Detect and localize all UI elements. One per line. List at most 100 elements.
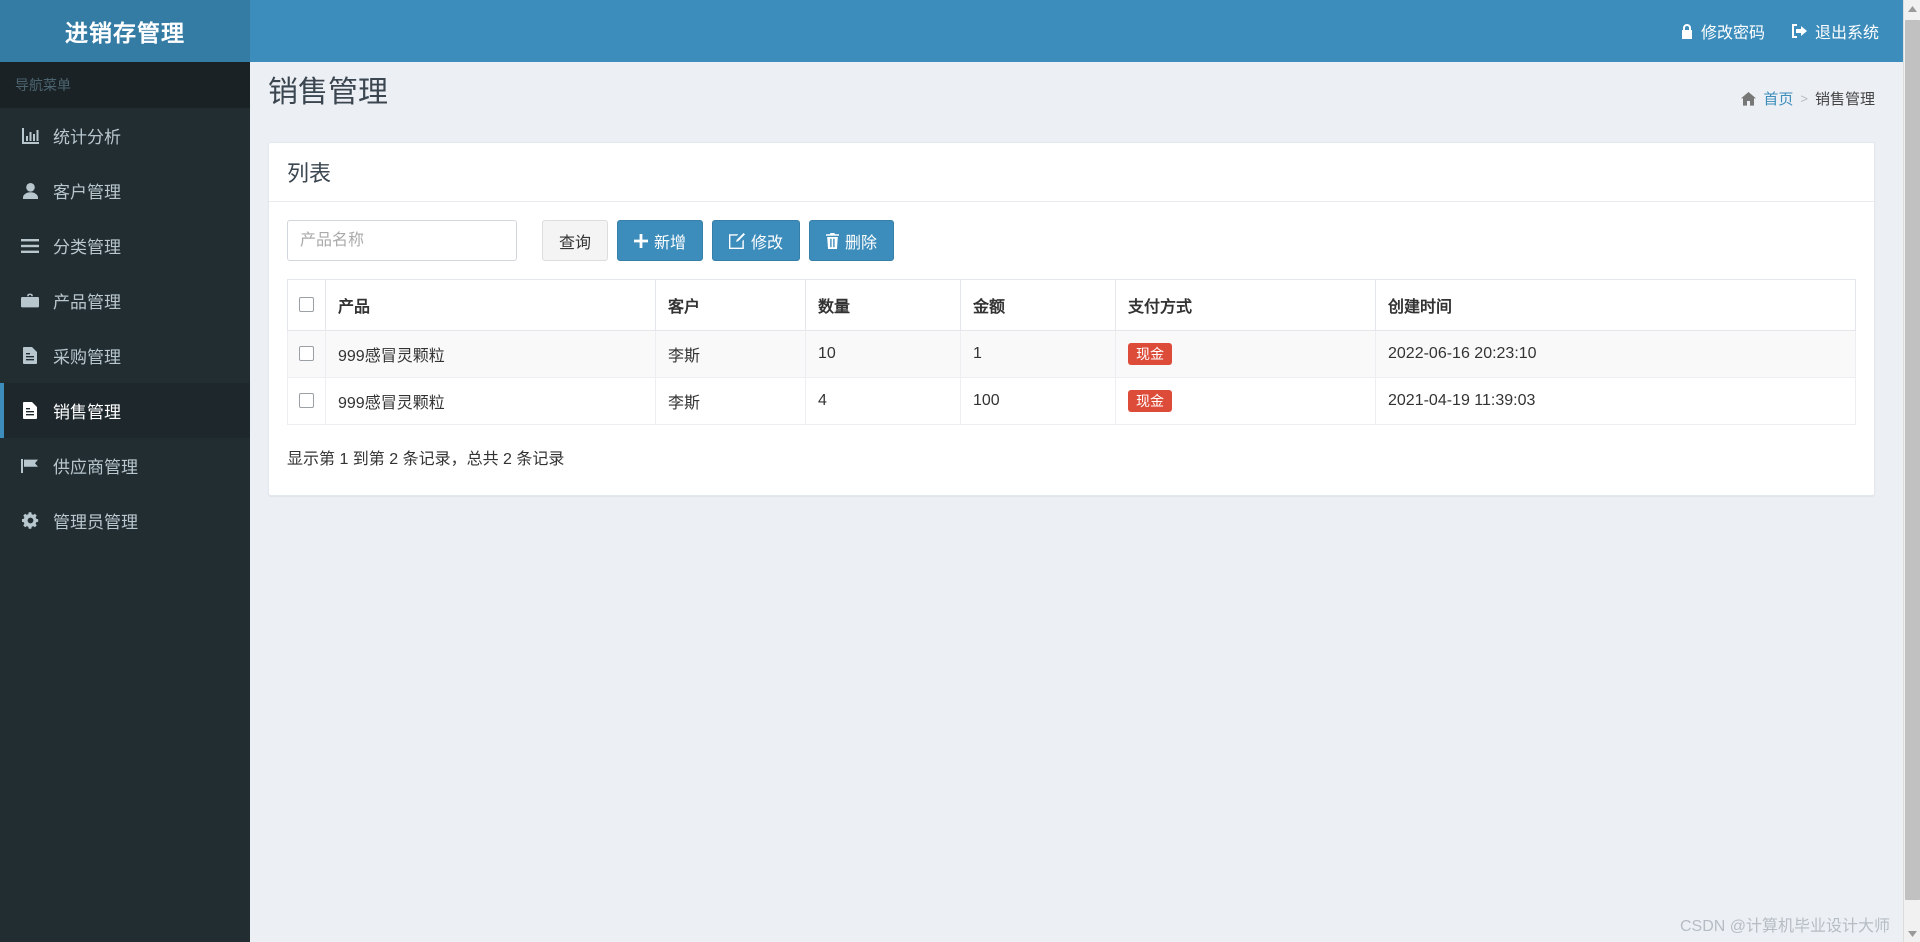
row-checkbox[interactable] <box>299 393 314 409</box>
sidebar-item-customers[interactable]: 客户管理 <box>0 163 250 218</box>
sidebar-item-label: 分类管理 <box>53 238 121 257</box>
table-record-summary: 显示第 1 到第 2 条记录，总共 2 条记录 <box>287 451 565 468</box>
logout-link[interactable]: 退出系统 <box>1791 19 1879 43</box>
column-header-payment[interactable]: 支付方式 <box>1115 279 1376 331</box>
column-header-amount[interactable]: 金额 <box>960 279 1116 331</box>
breadcrumb-home-link[interactable]: 首页 <box>1763 88 1793 109</box>
sidebar-item-label: 销售管理 <box>53 403 121 422</box>
sidebar-item-statistics[interactable]: 统计分析 <box>0 108 250 163</box>
table-row[interactable]: 999感冒灵颗粒 李斯 10 1 现金 2022-06-16 20:23:10 <box>287 330 1856 378</box>
sidebar-item-label: 供应商管理 <box>53 458 138 477</box>
cell-payment: 现金 <box>1115 330 1376 378</box>
add-button[interactable]: 新增 <box>617 220 704 261</box>
cell-product: 999感冒灵颗粒 <box>325 377 656 425</box>
breadcrumb-separator: > <box>1800 91 1808 106</box>
sidebar-item-label: 客户管理 <box>53 183 121 202</box>
add-button-label: 新增 <box>654 234 687 252</box>
edit-button-label: 修改 <box>751 234 784 252</box>
flag-icon <box>19 458 41 474</box>
bar-chart-icon <box>19 127 41 144</box>
sidebar: 导航菜单 统计分析 客户管理 分类管理 产品管理 采购管理 销售管理 供应商管理… <box>0 62 250 942</box>
scrollbar-thumb[interactable] <box>1905 20 1920 900</box>
content-area: 销售管理 首页 > 销售管理 列表 查询 <box>250 62 1903 942</box>
status-badge: 现金 <box>1128 342 1172 366</box>
scroll-down-arrow-icon[interactable] <box>1904 925 1920 942</box>
select-all-checkbox[interactable] <box>299 297 314 313</box>
list-panel: 列表 查询 新增 修改 <box>268 142 1875 496</box>
column-header-quantity[interactable]: 数量 <box>805 279 961 331</box>
query-button[interactable]: 查询 <box>542 220 609 261</box>
app-logo[interactable]: 进销存管理 <box>0 0 250 62</box>
cell-product: 999感冒灵颗粒 <box>325 330 656 378</box>
edit-button[interactable]: 修改 <box>712 220 801 261</box>
sidebar-item-sales[interactable]: 销售管理 <box>0 383 250 438</box>
cell-amount: 1 <box>960 330 1116 378</box>
watermark: CSDN @计算机毕业设计大师 <box>1679 918 1890 935</box>
gear-icon <box>19 512 41 529</box>
cell-created-at: 2021-04-19 11:39:03 <box>1375 377 1856 425</box>
logout-label: 退出系统 <box>1814 25 1879 42</box>
cell-customer: 李斯 <box>655 330 806 378</box>
sidebar-item-label: 产品管理 <box>53 293 121 312</box>
row-checkbox[interactable] <box>299 346 314 362</box>
file-text-icon <box>19 402 41 419</box>
column-header-customer[interactable]: 客户 <box>655 279 806 331</box>
status-badge: 现金 <box>1128 389 1172 413</box>
home-icon <box>1741 91 1757 106</box>
topbar-actions: 修改密码 退出系统 <box>1680 0 1903 62</box>
breadcrumb-current: 销售管理 <box>1814 91 1875 108</box>
page-scrollbar[interactable] <box>1903 0 1920 942</box>
bars-icon <box>19 238 41 253</box>
trash-icon <box>826 232 840 249</box>
table-head: 产品 客户 数量 金额 支付方式 创建时间 <box>287 279 1856 331</box>
sidebar-item-suppliers[interactable]: 供应商管理 <box>0 438 250 493</box>
edit-icon <box>729 232 746 249</box>
table-header-row: 产品 客户 数量 金额 支付方式 创建时间 <box>287 279 1856 331</box>
sales-table: 产品 客户 数量 金额 支付方式 创建时间 999感冒灵颗粒 李斯 10 1 现… <box>287 279 1856 425</box>
delete-button[interactable]: 删除 <box>809 220 895 261</box>
column-header-product[interactable]: 产品 <box>325 279 656 331</box>
select-all-header <box>287 279 326 331</box>
cell-amount: 100 <box>960 377 1116 425</box>
panel-body: 查询 新增 修改 <box>269 202 1874 495</box>
cell-quantity: 4 <box>805 377 961 425</box>
cell-customer: 李斯 <box>655 377 806 425</box>
sidebar-section-header: 导航菜单 <box>0 62 250 108</box>
column-header-created[interactable]: 创建时间 <box>1375 279 1856 331</box>
change-password-label: 修改密码 <box>1700 25 1765 42</box>
delete-button-label: 删除 <box>845 234 878 252</box>
sidebar-item-categories[interactable]: 分类管理 <box>0 218 250 273</box>
sidebar-item-label: 采购管理 <box>53 348 121 367</box>
briefcase-icon <box>19 293 41 308</box>
sidebar-section-header-label: 导航菜单 <box>15 77 71 93</box>
toolbar: 查询 新增 修改 <box>287 220 1856 261</box>
sidebar-item-admins[interactable]: 管理员管理 <box>0 493 250 548</box>
cell-quantity: 10 <box>805 330 961 378</box>
panel-heading-label: 列表 <box>287 161 332 186</box>
cell-created-at: 2022-06-16 20:23:10 <box>1375 330 1856 378</box>
file-text-icon <box>19 347 41 364</box>
table-body: 999感冒灵颗粒 李斯 10 1 现金 2022-06-16 20:23:10 <box>287 330 1856 425</box>
row-select-cell <box>287 377 326 425</box>
lock-icon <box>1680 23 1694 39</box>
user-icon <box>19 182 41 199</box>
sidebar-item-purchasing[interactable]: 采购管理 <box>0 328 250 383</box>
app-logo-label: 进销存管理 <box>65 20 185 46</box>
top-navbar: 进销存管理 修改密码 退出系统 <box>0 0 1903 62</box>
change-password-link[interactable]: 修改密码 <box>1680 19 1765 43</box>
plus-icon <box>634 233 649 248</box>
panel-heading: 列表 <box>269 143 1874 202</box>
row-select-cell <box>287 330 326 378</box>
cell-payment: 现金 <box>1115 377 1376 425</box>
query-button-label: 查询 <box>559 234 592 252</box>
scroll-up-arrow-icon[interactable] <box>1904 0 1920 17</box>
sidebar-item-label: 统计分析 <box>53 128 121 147</box>
sidebar-item-label: 管理员管理 <box>53 513 138 532</box>
content-header: 销售管理 首页 > 销售管理 <box>250 62 1903 124</box>
sign-out-icon <box>1791 23 1808 39</box>
breadcrumb: 首页 > 销售管理 <box>1741 78 1875 109</box>
search-input[interactable] <box>287 220 517 261</box>
sidebar-item-products[interactable]: 产品管理 <box>0 273 250 328</box>
table-row[interactable]: 999感冒灵颗粒 李斯 4 100 现金 2021-04-19 11:39:03 <box>287 377 1856 425</box>
page-title: 销售管理 <box>268 76 388 109</box>
